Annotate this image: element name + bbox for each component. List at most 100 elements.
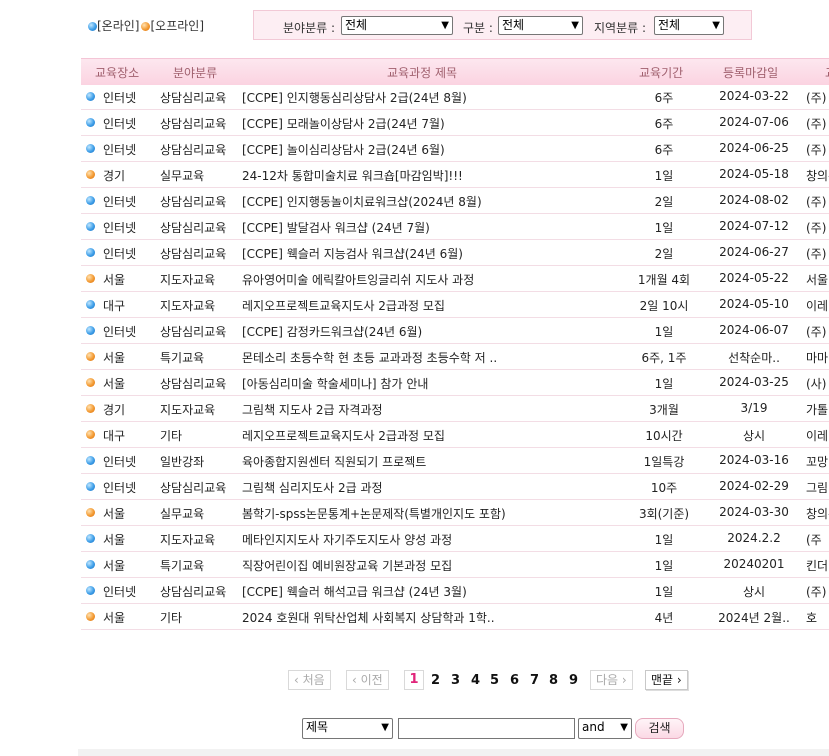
table-row[interactable]: 서울 지도자교육 유아영어미술 에릭칼아트잉글리쉬 지도사 과정 1개월 4회 2024… — [81, 266, 829, 292]
row-deadline: 2024-06-27 — [719, 245, 789, 259]
table-row[interactable]: 서울 지도자교육 메타인지지도사 자기주도지도사 양성 과정 1일 2024.2.2 (주 — [81, 526, 829, 552]
page-link[interactable]: 3 — [451, 673, 460, 688]
row-title-link[interactable]: 그림책 심리지도사 2급 과정 — [242, 479, 383, 496]
row-org: 가톨 — [806, 403, 829, 417]
table-row[interactable]: 인터넷 상담심리교육 [CCPE] 감정카드워크샵(24년 6월) 1일 2024-06… — [81, 318, 829, 344]
page-link[interactable]: 5 — [490, 673, 499, 688]
search-field-select[interactable]: 제목 ▼ — [302, 718, 393, 739]
table-row[interactable]: 서울 특기교육 몬테소리 초등수학 현 초등 교과과정 초등수학 저 .. 6주, 1… — [81, 344, 829, 370]
region-filter-value: 전체 — [658, 18, 681, 32]
page-link[interactable]: 9 — [569, 673, 578, 688]
field-filter-value: 전체 — [345, 18, 368, 32]
table-row[interactable]: 인터넷 상담심리교육 [CCPE] 모래놀이상담사 2급(24년 7월) 6주 2024… — [81, 110, 829, 136]
row-deadline: 2024-05-10 — [719, 297, 789, 311]
row-title-link[interactable]: 레지오프로젝트교육지도사 2급과정 모집 — [242, 297, 445, 314]
row-title-link[interactable]: [CCPE] 인지행동심리상담사 2급(24년 8월) — [242, 89, 467, 106]
row-period: 2일 — [654, 247, 674, 261]
row-title-link[interactable]: 그림책 지도사 2급 자격과정 — [242, 401, 383, 418]
row-deadline: 2024.2.2 — [727, 531, 781, 545]
online-dot-icon — [86, 300, 95, 309]
footer-divider — [78, 749, 829, 756]
offline-dot-icon — [86, 274, 95, 283]
row-org: (주) — [806, 91, 827, 105]
row-period: 6주 — [654, 91, 674, 105]
row-place: 인터넷 — [103, 143, 137, 157]
row-title-link[interactable]: [CCPE] 웩슬러 지능검사 워크샵(24년 6월) — [242, 245, 463, 262]
online-dot-icon — [88, 22, 97, 31]
last-page-button[interactable]: 맨끝 › — [645, 670, 688, 690]
type-filter-label: 구분 : — [463, 21, 493, 35]
search-input[interactable] — [398, 718, 575, 739]
online-dot-icon — [86, 144, 95, 153]
table-row[interactable]: 서울 특기교육 직장어린이집 예비원장교육 기본과정 모집 1일 20240201 킨더 — [81, 552, 829, 578]
column-header-period: 교육기간 — [639, 66, 684, 80]
row-title-link[interactable]: 레지오프로젝트교육지도사 2급과정 모집 — [242, 427, 445, 444]
chevron-down-icon: ▼ — [381, 722, 389, 733]
row-title-link[interactable]: [CCPE] 인지행동놀이치료워크샵(2024년 8월) — [242, 193, 482, 210]
prev-page-button[interactable]: ‹ 이전 — [346, 670, 389, 690]
row-title-link[interactable]: 메타인지지도사 자기주도지도사 양성 과정 — [242, 531, 452, 548]
row-org: (주) — [806, 143, 827, 157]
column-header-place: 교육장소 — [95, 66, 140, 80]
page-link[interactable]: 7 — [530, 673, 539, 688]
row-title-link[interactable]: 유아영어미술 에릭칼아트잉글리쉬 지도사 과정 — [242, 271, 474, 288]
table-row[interactable]: 서울 실무교육 봄학기-spss논문통계+논문제작(특별개인지도 포함) 3회(기준)… — [81, 500, 829, 526]
next-page-button[interactable]: 다음 › — [590, 670, 633, 690]
row-place: 서울 — [103, 559, 126, 573]
row-title-link[interactable]: 봄학기-spss논문통계+논문제작(특별개인지도 포함) — [242, 505, 506, 522]
row-field: 특기교육 — [160, 559, 205, 573]
table-row[interactable]: 대구 기타 레지오프로젝트교육지도사 2급과정 모집 10시간 상시 이레 — [81, 422, 829, 448]
row-title-link[interactable]: [아동심리미술 학술세미나] 참가 안내 — [242, 375, 428, 392]
online-dot-icon — [86, 248, 95, 257]
table-row[interactable]: 인터넷 상담심리교육 [CCPE] 인지행동심리상담사 2급(24년 8월) 6주 20… — [81, 84, 829, 110]
row-title-link[interactable]: [CCPE] 감정카드워크샵(24년 6월) — [242, 323, 422, 340]
row-title-link[interactable]: [CCPE] 웩슬러 해석고급 워크샵 (24년 3월) — [242, 583, 467, 600]
table-row[interactable]: 서울 상담심리교육 [아동심리미술 학술세미나] 참가 안내 1일 2024-03-25… — [81, 370, 829, 396]
type-filter-select[interactable]: 전체 ▼ — [498, 16, 583, 35]
table-row[interactable]: 인터넷 상담심리교육 [CCPE] 웩슬러 해석고급 워크샵 (24년 3월) 1일 상… — [81, 578, 829, 604]
online-dot-icon — [86, 92, 95, 101]
row-place: 서울 — [103, 611, 126, 625]
table-row[interactable]: 인터넷 상담심리교육 [CCPE] 웩슬러 지능검사 워크샵(24년 6월) 2일 20… — [81, 240, 829, 266]
search-button[interactable]: 검색 — [635, 718, 684, 739]
row-field: 기타 — [160, 429, 183, 443]
table-row[interactable]: 인터넷 상담심리교육 그림책 심리지도사 2급 과정 10주 2024-02-29 그림 — [81, 474, 829, 500]
table-row[interactable]: 인터넷 일반강좌 육아종합지원센터 직원되기 프로젝트 1일특강 2024-03-16 꼬… — [81, 448, 829, 474]
page-link[interactable]: 2 — [431, 673, 440, 688]
row-title-link[interactable]: [CCPE] 발달검사 워크샵 (24년 7월) — [242, 219, 430, 236]
row-title-link[interactable]: [CCPE] 놀이심리상담사 2급(24년 6월) — [242, 141, 445, 158]
row-deadline: 상시 — [742, 429, 766, 443]
row-place: 인터넷 — [103, 325, 137, 339]
offline-dot-icon — [86, 508, 95, 517]
search-operator-select[interactable]: and ▼ — [578, 718, 632, 739]
table-row[interactable]: 대구 지도자교육 레지오프로젝트교육지도사 2급과정 모집 2일 10시 2024-05… — [81, 292, 829, 318]
table-row[interactable]: 경기 지도자교육 그림책 지도사 2급 자격과정 3개월 3/19 가톨 — [81, 396, 829, 422]
row-period: 6주 — [654, 143, 674, 157]
row-title-link[interactable]: 직장어린이집 예비원장교육 기본과정 모집 — [242, 557, 452, 574]
row-title-link[interactable]: 24-12차 통합미술치료 워크숍[마감임박]!!! — [242, 167, 463, 184]
page-link[interactable]: 4 — [471, 673, 480, 688]
table-row[interactable]: 인터넷 상담심리교육 [CCPE] 놀이심리상담사 2급(24년 6월) 6주 2024… — [81, 136, 829, 162]
row-field: 실무교육 — [160, 507, 205, 521]
page-link[interactable]: 6 — [510, 673, 519, 688]
first-page-button[interactable]: ‹ 처음 — [288, 670, 331, 690]
row-field: 지도자교육 — [160, 299, 216, 313]
region-filter-select[interactable]: 전체 ▼ — [654, 16, 724, 35]
row-place: 인터넷 — [103, 481, 137, 495]
filter-bar: 분야분류 : 전체 ▼ 구분 : 전체 ▼ 지역분류 : 전체 ▼ — [253, 10, 752, 40]
row-period: 3회(기준) — [638, 507, 690, 521]
page-link[interactable]: 8 — [549, 673, 558, 688]
column-header-field: 분야분류 — [173, 66, 218, 80]
offline-dot-icon — [86, 404, 95, 413]
field-filter-select[interactable]: 전체 ▼ — [341, 16, 453, 35]
table-row[interactable]: 인터넷 상담심리교육 [CCPE] 발달검사 워크샵 (24년 7월) 1일 2024-… — [81, 214, 829, 240]
row-title-link[interactable]: 2024 호원대 위탁산업체 사회복지 상담학과 1학.. — [242, 609, 495, 626]
table-row[interactable]: 인터넷 상담심리교육 [CCPE] 인지행동놀이치료워크샵(2024년 8월) 2일 2… — [81, 188, 829, 214]
table-row[interactable]: 서울 기타 2024 호원대 위탁산업체 사회복지 상담학과 1학.. 4년 2024년… — [81, 604, 829, 630]
offline-dot-icon — [86, 352, 95, 361]
row-title-link[interactable]: 육아종합지원센터 직원되기 프로젝트 — [242, 453, 426, 470]
row-period: 1일 — [654, 377, 674, 391]
row-title-link[interactable]: [CCPE] 모래놀이상담사 2급(24년 7월) — [242, 115, 445, 132]
row-title-link[interactable]: 몬테소리 초등수학 현 초등 교과과정 초등수학 저 .. — [242, 349, 497, 366]
table-row[interactable]: 경기 실무교육 24-12차 통합미술치료 워크숍[마감임박]!!! 1일 2024-0… — [81, 162, 829, 188]
